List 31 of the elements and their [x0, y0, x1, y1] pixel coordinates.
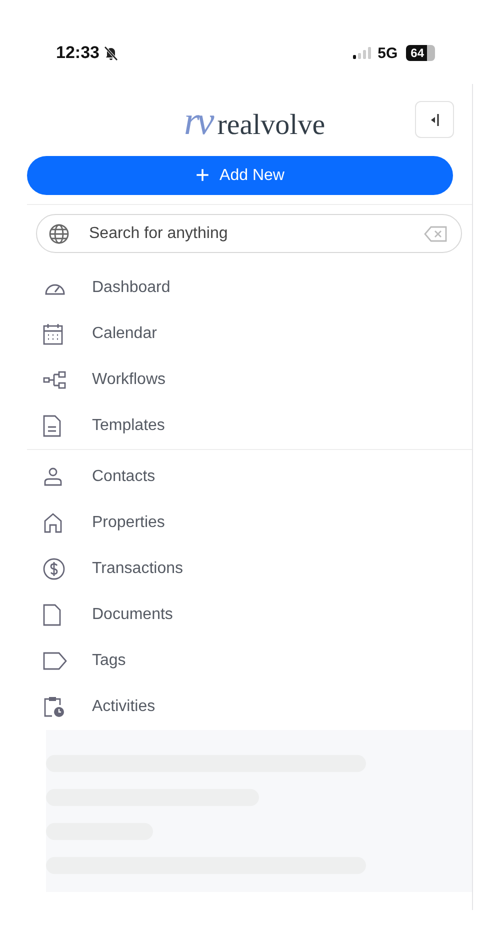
nav-item[interactable]: Properties: [43, 500, 472, 546]
collapse-icon: [430, 112, 440, 126]
status-time: 12:33: [56, 43, 100, 63]
workflow-icon: [43, 371, 67, 389]
signal-icon: [352, 47, 372, 59]
person-icon: [43, 467, 63, 487]
file-icon: [43, 604, 61, 626]
logo-mark: rv: [184, 96, 212, 144]
search-field[interactable]: Search for anything: [36, 214, 462, 253]
tag-icon: [43, 652, 67, 670]
calendar-icon: [43, 323, 63, 345]
network-label: 5G: [378, 44, 398, 62]
add-new-button[interactable]: + Add New: [27, 156, 453, 195]
house-icon: [43, 513, 63, 533]
document-icon: [43, 415, 61, 437]
bell-off-icon: [103, 45, 120, 61]
nav-item[interactable]: Transactions: [43, 546, 472, 592]
nav-item[interactable]: Calendar: [43, 311, 472, 357]
nav-item[interactable]: Dashboard: [43, 265, 472, 311]
dollar-icon: [43, 558, 65, 580]
nav-item[interactable]: Tags: [43, 638, 472, 684]
nav-item[interactable]: Templates: [43, 403, 472, 449]
collapse-button[interactable]: [415, 101, 454, 138]
nav-item[interactable]: Workflows: [43, 357, 472, 403]
nav-item[interactable]: Contacts: [43, 454, 472, 500]
nav-item[interactable]: Documents: [43, 592, 472, 638]
nav-item[interactable]: Activities: [43, 684, 472, 730]
clear-icon[interactable]: [424, 226, 448, 242]
logo-text: realvolve: [217, 108, 326, 142]
clipboard-clock-icon: [43, 696, 65, 718]
battery-level: 64: [406, 45, 427, 61]
